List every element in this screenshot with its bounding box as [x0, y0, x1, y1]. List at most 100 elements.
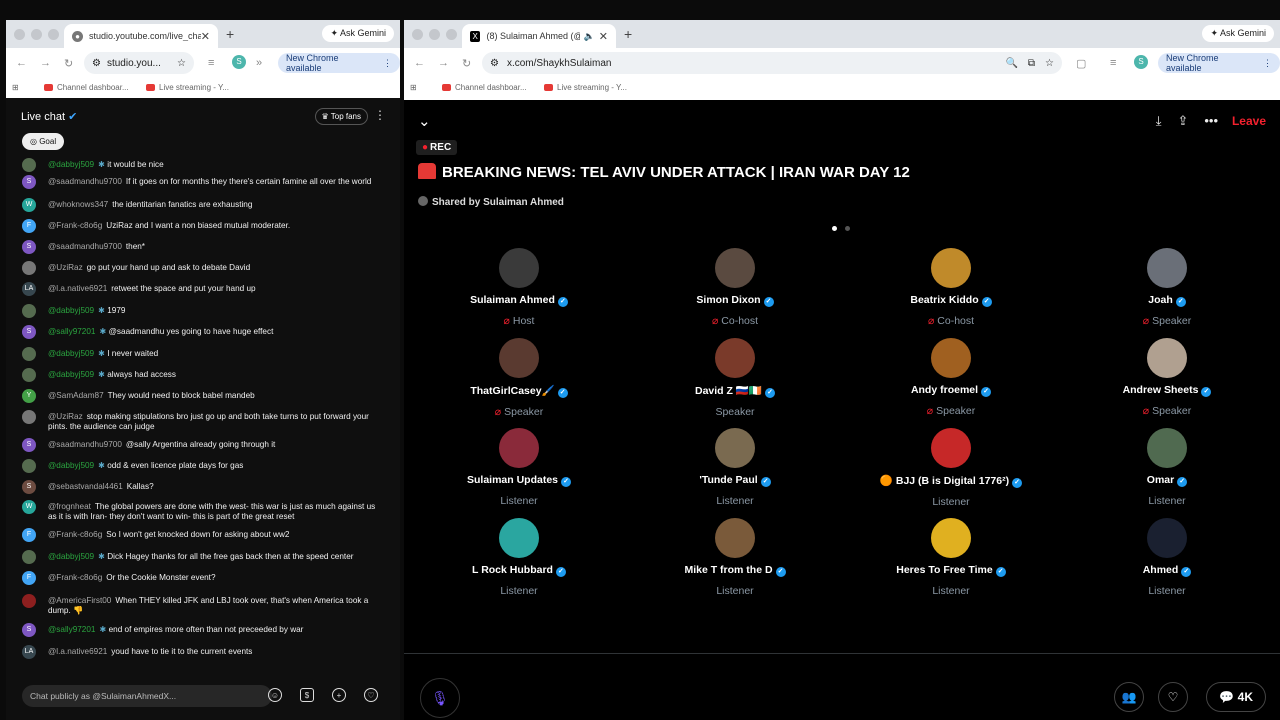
window-controls[interactable] — [412, 29, 457, 40]
avatar[interactable] — [499, 248, 539, 288]
avatar[interactable] — [499, 428, 539, 468]
add-icon[interactable]: + — [332, 688, 346, 702]
zoom-icon[interactable]: 🔍 — [1005, 58, 1017, 69]
space-participant[interactable]: Joah ✓ ⌀ Speaker — [1067, 248, 1267, 327]
avatar[interactable] — [1147, 518, 1187, 558]
apps-icon[interactable]: ⊞ — [12, 83, 19, 92]
chat-username[interactable]: @saadmandhu9700 — [48, 177, 122, 186]
window-controls[interactable] — [14, 29, 59, 40]
react-button[interactable]: ♡ — [1158, 682, 1188, 712]
chat-username[interactable]: @sebastvandal4461 — [48, 482, 123, 491]
ask-gemini-button[interactable]: ✦ Ask Gemini — [322, 25, 394, 42]
menu-icon[interactable]: ≡ — [1110, 57, 1116, 69]
bookmark-channel-dashboard[interactable]: Channel dashboar... — [442, 83, 527, 92]
forward-icon[interactable]: → — [438, 57, 449, 69]
avatar[interactable]: S — [22, 325, 36, 339]
chat-username[interactable]: @UziRaz — [48, 263, 83, 272]
avatar[interactable] — [22, 158, 36, 172]
pager[interactable] — [832, 226, 850, 231]
avatar[interactable]: W — [22, 198, 36, 212]
bookmark-star-icon[interactable]: ☆ — [177, 58, 186, 69]
avatar[interactable] — [22, 410, 36, 424]
chat-username[interactable]: @sally97201 — [48, 625, 95, 634]
avatar[interactable]: LA — [22, 282, 36, 296]
avatar[interactable] — [715, 428, 755, 468]
space-participant[interactable]: Andrew Sheets ✓ ⌀ Speaker — [1067, 338, 1267, 417]
avatar[interactable]: S — [22, 438, 36, 452]
avatar[interactable] — [22, 347, 36, 361]
address-bar[interactable]: ⚙ x.com/ShaykhSulaiman 🔍 ⧉ ☆ — [482, 52, 1062, 74]
chat-username[interactable]: @saadmandhu9700 — [48, 242, 122, 251]
menu-icon[interactable]: ≡ — [208, 57, 214, 69]
avatar[interactable] — [22, 368, 36, 382]
chat-input[interactable]: Chat publicly as @SulaimanAhmedX... — [22, 685, 272, 707]
space-participant[interactable]: ThatGirlCasey🖌️ ✓ ⌀ Speaker — [419, 338, 619, 418]
mic-button[interactable]: 🎙 — [420, 678, 460, 718]
avatar[interactable]: Y — [22, 389, 36, 403]
share-icon[interactable]: ⇪ — [1177, 113, 1188, 129]
heart-icon[interactable]: ♡ — [364, 688, 378, 702]
avatar[interactable] — [22, 304, 36, 318]
avatar[interactable] — [715, 518, 755, 558]
bookmark-channel-dashboard[interactable]: Channel dashboar... — [44, 83, 129, 92]
avatar[interactable] — [715, 338, 755, 378]
space-participant[interactable]: Simon Dixon ✓ ⌀ Co-host — [635, 248, 835, 327]
install-icon[interactable]: ⧉ — [1028, 58, 1035, 69]
leave-button[interactable]: Leave — [1232, 114, 1266, 128]
space-participant[interactable]: Andy froemel ✓ ⌀ Speaker — [851, 338, 1051, 417]
space-participant[interactable]: 'Tunde Paul ✓ Listener — [635, 428, 835, 507]
back-icon[interactable]: ← — [414, 57, 425, 69]
avatar[interactable] — [715, 248, 755, 288]
chat-username[interactable]: @Frank-c8o6g — [48, 221, 102, 230]
profile-avatar[interactable]: S — [1134, 55, 1148, 69]
avatar[interactable]: F — [22, 528, 36, 542]
bookmark-live-streaming[interactable]: Live streaming - Y... — [544, 83, 627, 92]
new-chrome-available-button[interactable]: New Chrome available ⋮ — [1158, 53, 1280, 73]
forward-icon[interactable]: → — [40, 57, 51, 69]
chat-username[interactable]: @sally97201 — [48, 327, 95, 336]
avatar[interactable] — [22, 261, 36, 275]
extensions-chevron-icon[interactable]: » — [256, 57, 262, 69]
address-bar[interactable]: ⚙ studio.you... ☆ — [84, 52, 194, 74]
space-participant[interactable]: Omar ✓ Listener — [1067, 428, 1267, 507]
replies-button[interactable]: 💬 4K — [1206, 682, 1266, 712]
avatar[interactable] — [22, 459, 36, 473]
goal-button[interactable]: ◎ Goal — [22, 133, 65, 150]
apps-icon[interactable]: ⊞ — [410, 83, 417, 92]
site-info-icon[interactable]: ⚙ — [92, 58, 101, 69]
bookmark-star-icon[interactable]: ☆ — [1045, 58, 1054, 69]
space-participant[interactable]: 🟠 BJJ (B is Digital 1776²) ✓ Listener — [851, 428, 1051, 508]
avatar[interactable] — [22, 594, 36, 608]
space-participant[interactable]: Sulaiman Updates ✓ Listener — [419, 428, 619, 507]
ask-gemini-button[interactable]: ✦ Ask Gemini — [1202, 25, 1274, 42]
avatar[interactable] — [931, 248, 971, 288]
chat-username[interactable]: @l.a.native6921 — [48, 284, 107, 293]
chat-username[interactable]: @Frank-c8o6g — [48, 530, 102, 539]
tab-x[interactable]: X (8) Sulaiman Ahmed (@Sh 🔈 ✕ — [462, 24, 616, 48]
new-chrome-available-button[interactable]: New Chrome available ⋮ — [278, 53, 400, 73]
chat-username[interactable]: @whoknows347 — [48, 200, 108, 209]
profile-avatar[interactable]: S — [232, 55, 246, 69]
space-participant[interactable]: Mike T from the D ✓ Listener — [635, 518, 835, 597]
avatar[interactable]: F — [22, 571, 36, 585]
reload-icon[interactable]: ↻ — [64, 57, 73, 70]
avatar[interactable] — [499, 518, 539, 558]
avatar[interactable] — [931, 338, 971, 378]
chat-username[interactable]: @AmericaFirst00 — [48, 596, 111, 605]
space-participant[interactable]: Ahmed ✓ Listener — [1067, 518, 1267, 597]
avatar[interactable] — [931, 518, 971, 558]
avatar[interactable] — [499, 338, 539, 378]
space-participant[interactable]: David Z 🇷🇺🇮🇪 ✓ Speaker — [635, 338, 835, 418]
close-tab-icon[interactable]: ✕ — [599, 30, 608, 43]
avatar[interactable] — [22, 550, 36, 564]
chat-username[interactable]: @dabbyj509 — [48, 370, 94, 379]
back-icon[interactable]: ← — [16, 57, 27, 69]
new-tab-icon[interactable]: + — [226, 26, 234, 42]
emoji-icon[interactable]: ☺ — [268, 688, 282, 702]
avatar[interactable] — [1147, 428, 1187, 468]
chat-username[interactable]: @dabbyj509 — [48, 461, 94, 470]
more-options-icon[interactable]: ⋮ — [374, 108, 386, 122]
avatar[interactable]: S — [22, 240, 36, 254]
space-participant[interactable]: Sulaiman Ahmed ✓ ⌀ Host — [419, 248, 619, 327]
top-fans-button[interactable]: ♛ Top fans — [314, 108, 368, 125]
